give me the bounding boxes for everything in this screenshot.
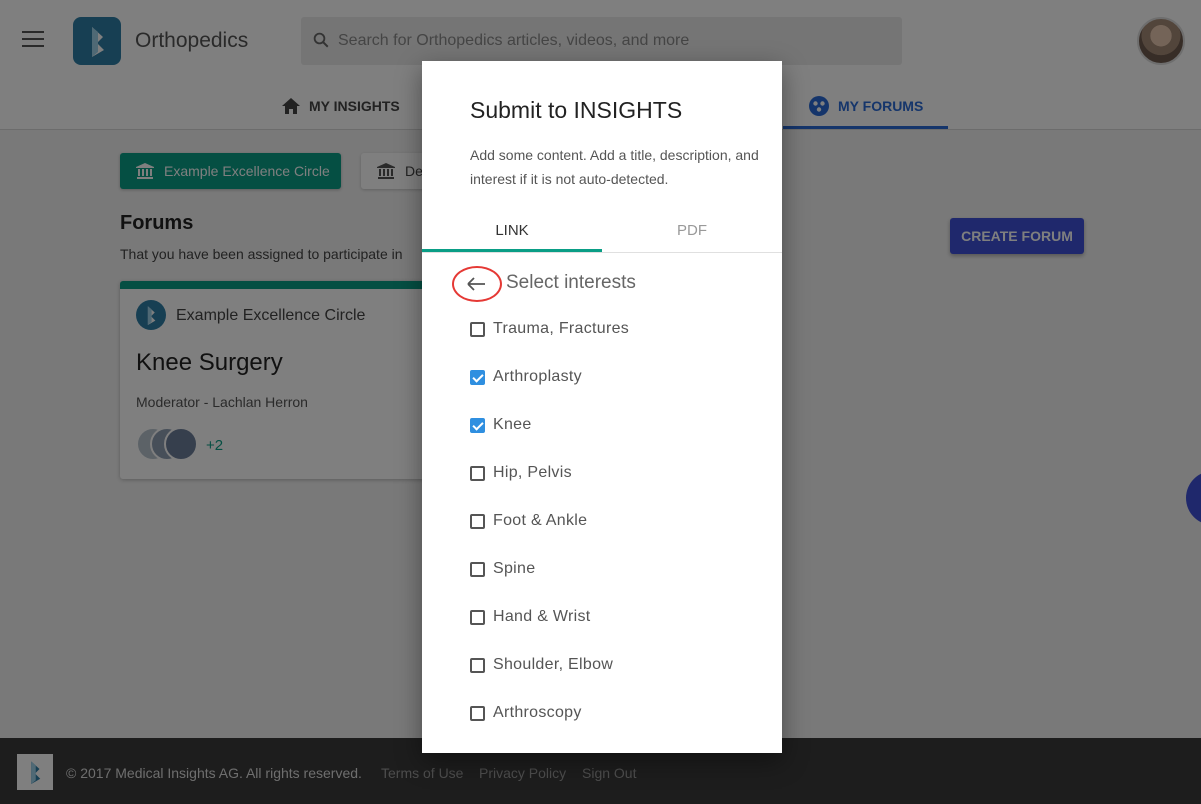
interest-label: Hip, Pelvis [493, 464, 572, 481]
tab-pdf[interactable]: PDF [602, 207, 782, 253]
interest-knee[interactable]: Knee [470, 413, 532, 437]
interest-label: Arthroplasty [493, 368, 582, 385]
interest-label: Hand & Wrist [493, 608, 591, 625]
interest-spine[interactable]: Spine [470, 557, 535, 581]
interest-arthroscopy[interactable]: Arthroscopy [470, 701, 582, 725]
interest-hip-pelvis[interactable]: Hip, Pelvis [470, 461, 572, 485]
checkbox[interactable] [470, 321, 485, 337]
interest-label: Knee [493, 416, 532, 433]
dialog-description: Add some content. Add a title, descripti… [470, 147, 759, 187]
interest-hand-wrist[interactable]: Hand & Wrist [470, 605, 591, 629]
interest-trauma-fractures[interactable]: Trauma, Fractures [470, 317, 629, 341]
checkbox[interactable] [470, 609, 485, 625]
submit-dialog: Submit to INSIGHTS Add some content. Add… [422, 61, 782, 753]
checkbox-checked[interactable] [470, 369, 485, 385]
back-button[interactable] [452, 266, 502, 302]
checkbox[interactable] [470, 465, 485, 481]
checkbox[interactable] [470, 705, 485, 721]
select-interests-heading: Select interests [506, 272, 636, 293]
interest-label: Shoulder, Elbow [493, 656, 614, 673]
dialog-title: Submit to INSIGHTS [470, 97, 683, 123]
tab-divider [422, 252, 782, 253]
arrow-left-icon [467, 277, 485, 291]
interest-shoulder-elbow[interactable]: Shoulder, Elbow [470, 653, 613, 677]
checkbox[interactable] [470, 657, 485, 673]
tab-link[interactable]: LINK [422, 207, 602, 253]
checkbox[interactable] [470, 561, 485, 577]
checkbox-checked[interactable] [470, 417, 485, 433]
interest-label: Trauma, Fractures [493, 320, 630, 337]
checkbox[interactable] [470, 513, 485, 529]
interest-label: Spine [493, 560, 536, 577]
interest-label: Foot & Ankle [493, 512, 588, 529]
interest-label: Arthroscopy [493, 704, 582, 721]
interest-foot-ankle[interactable]: Foot & Ankle [470, 509, 587, 533]
interest-arthroplasty[interactable]: Arthroplasty [470, 365, 582, 389]
